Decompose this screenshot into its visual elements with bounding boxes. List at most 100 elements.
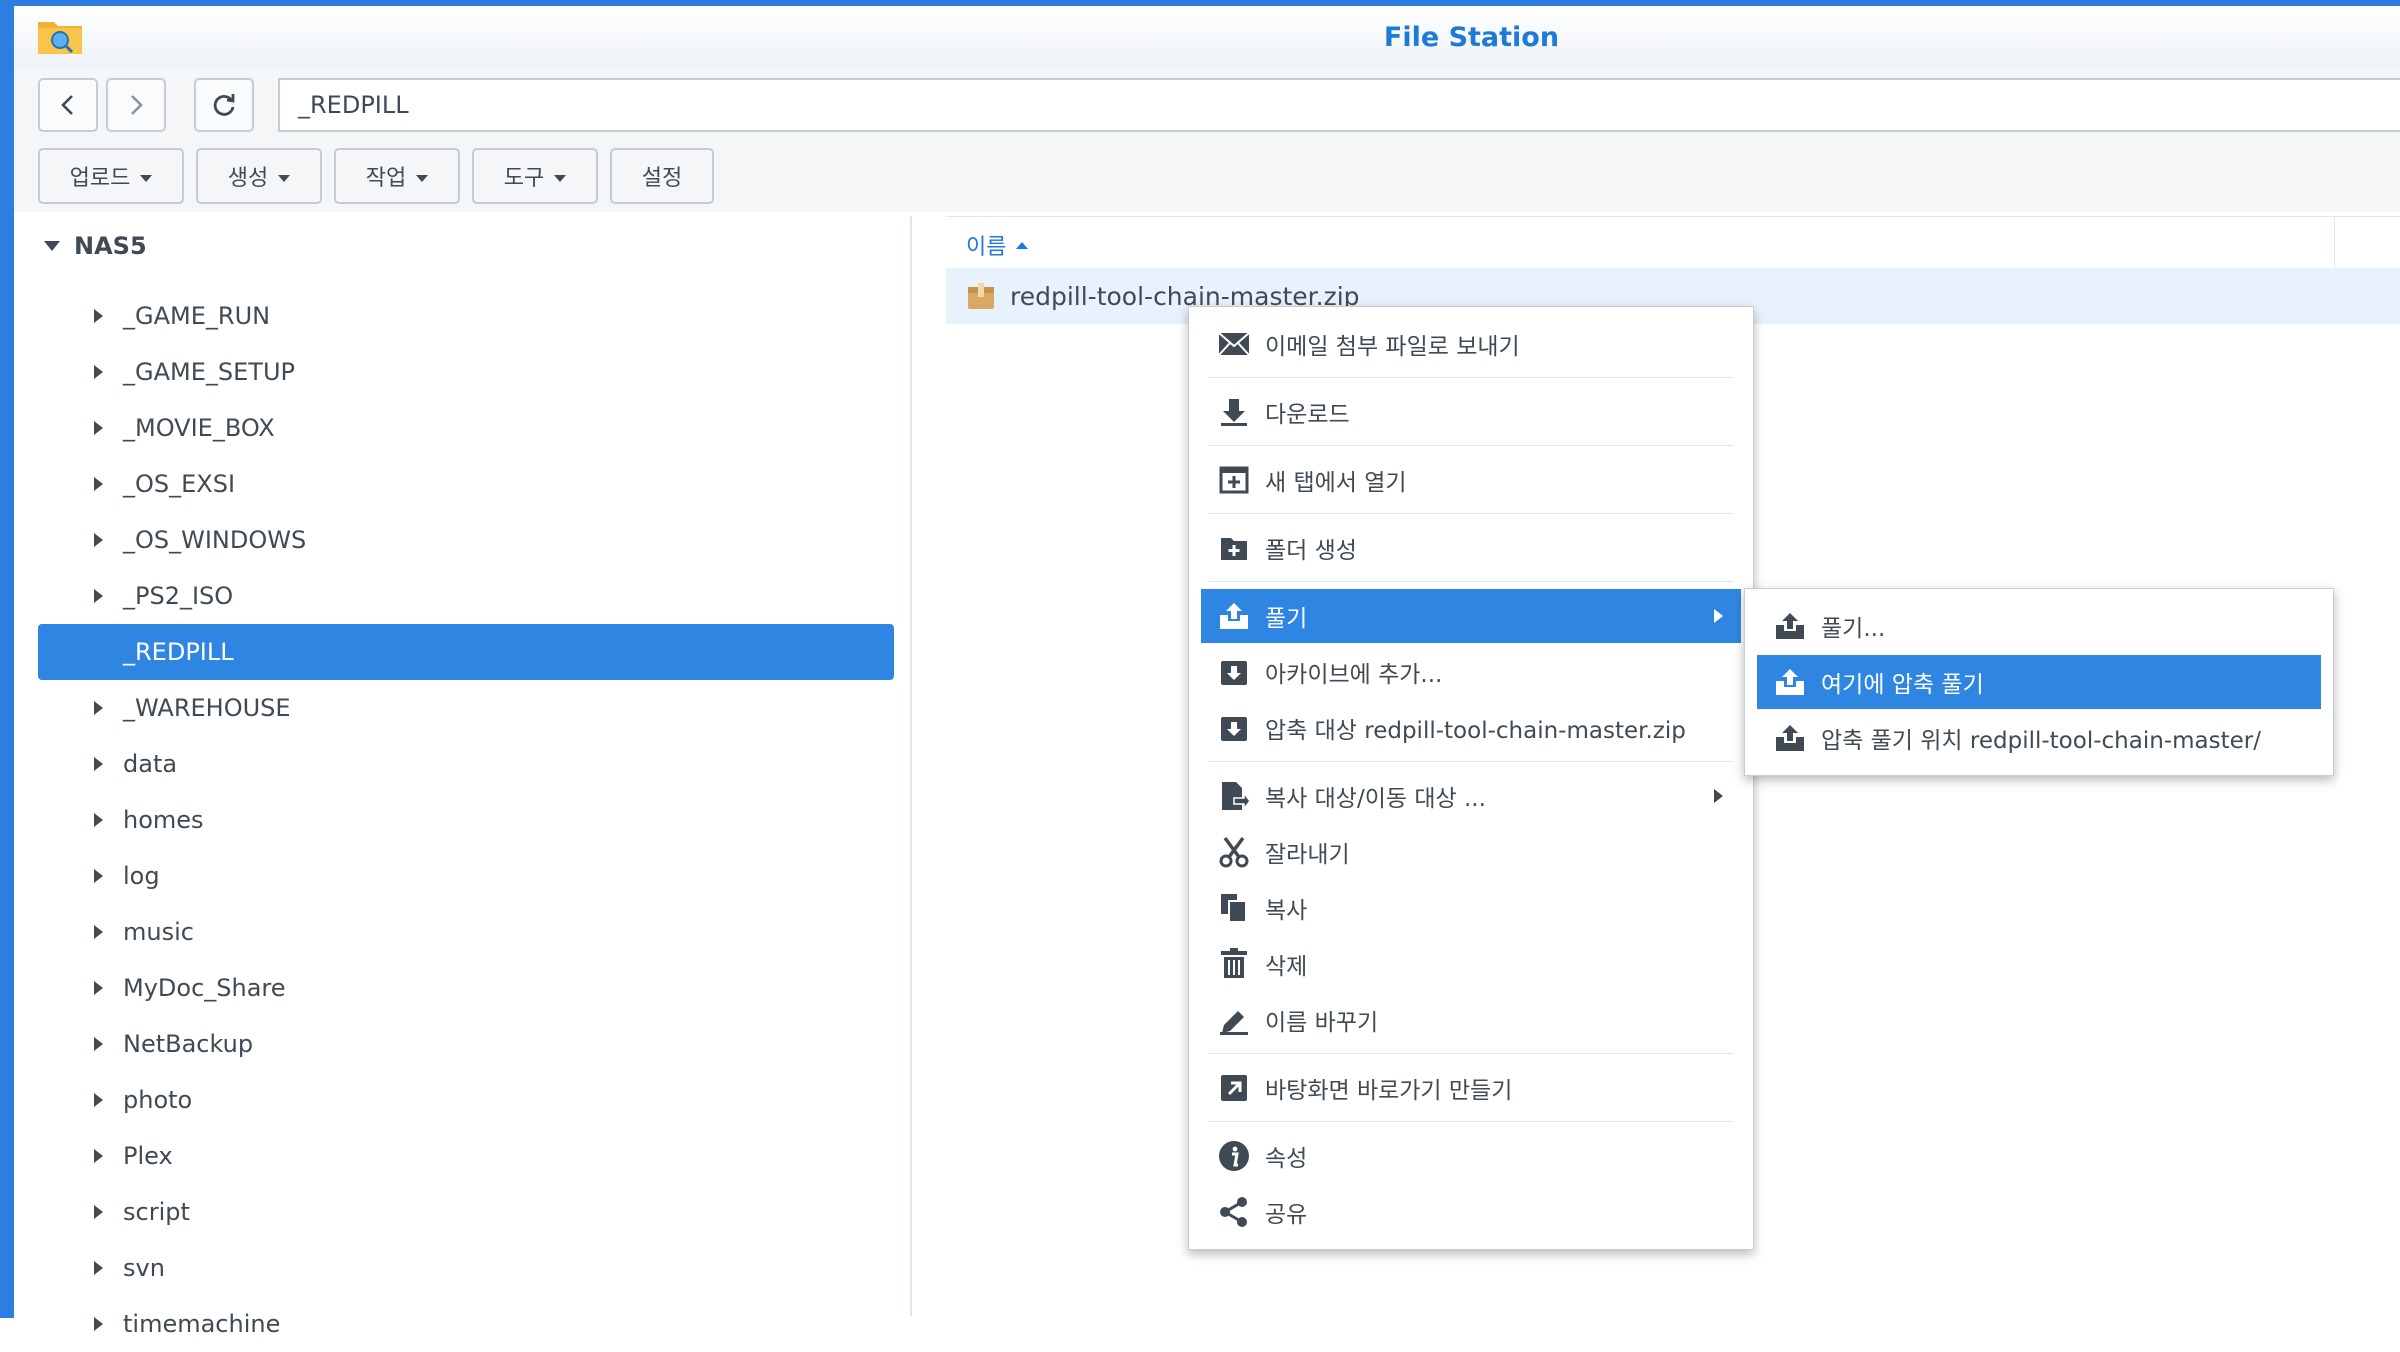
expand-right-icon[interactable] — [94, 1261, 103, 1275]
menu-separator — [1209, 1053, 1733, 1054]
expand-right-icon[interactable] — [94, 869, 103, 883]
path-input[interactable]: _REDPILL — [278, 78, 2400, 132]
menu-item-add-archive[interactable]: 아카이브에 추가... — [1201, 645, 1741, 699]
menu-item-share[interactable]: 공유 — [1201, 1185, 1741, 1239]
tree-root-nas5[interactable]: NAS5 — [44, 232, 147, 260]
pencil-icon — [1217, 1003, 1251, 1037]
expand-right-icon[interactable] — [94, 1205, 103, 1219]
create-button[interactable]: 생성 — [196, 148, 322, 204]
name-column-header[interactable]: 이름 — [966, 229, 1029, 261]
action-button[interactable]: 작업 — [334, 148, 460, 204]
menu-item-copy-move[interactable]: 복사 대상/이동 대상 ... — [1201, 769, 1741, 823]
menu-item-open-new-tab[interactable]: 새 탭에서 열기 — [1201, 453, 1741, 507]
tree-item[interactable]: svn — [38, 1240, 894, 1296]
expand-right-icon[interactable] — [94, 533, 103, 547]
tree-item-label: _WAREHOUSE — [123, 694, 291, 722]
menu-label: 바탕화면 바로가기 만들기 — [1265, 1078, 1513, 1104]
menu-label: 복사 대상/이동 대상 ... — [1265, 786, 1486, 812]
upload-button[interactable]: 업로드 — [38, 148, 184, 204]
tree-item[interactable]: NetBackup — [38, 1016, 894, 1072]
extract-icon — [1217, 599, 1251, 633]
refresh-icon — [213, 94, 235, 116]
tree-item[interactable]: music — [38, 904, 894, 960]
tree-item[interactable]: script — [38, 1184, 894, 1240]
list-column-header: 이름 — [946, 216, 2400, 270]
expand-right-icon[interactable] — [94, 701, 103, 715]
tree-item[interactable]: data — [38, 736, 894, 792]
expand-right-icon[interactable] — [94, 813, 103, 827]
tools-label: 도구 — [503, 166, 545, 191]
menu-item-desktop-shortcut[interactable]: 바탕화면 바로가기 만들기 — [1201, 1061, 1741, 1115]
menu-separator — [1209, 513, 1733, 514]
expand-right-icon[interactable] — [94, 309, 103, 323]
expand-right-icon[interactable] — [94, 365, 103, 379]
back-button[interactable] — [38, 78, 98, 132]
archive-add-icon — [1217, 655, 1251, 689]
submenu-arrow-icon — [1714, 789, 1723, 803]
tree-item-label: _PS2_ISO — [123, 582, 234, 610]
expand-right-icon[interactable] — [94, 925, 103, 939]
pane-splitter[interactable] — [910, 216, 912, 1316]
tree-item[interactable]: Plex — [38, 1128, 894, 1184]
folder-tree: NAS5 _GAME_RUN _GAME_SETUP _MOVIE_BOX _OS_E… — [14, 212, 914, 1338]
forward-button[interactable] — [106, 78, 166, 132]
extract-submenu: 풀기... 여기에 압축 풀기 압축 풀기 위치 redpill-tool-ch… — [1744, 588, 2334, 776]
caret-down-icon — [416, 174, 429, 182]
title-bar[interactable]: File Station — [14, 6, 2400, 68]
menu-item-rename[interactable]: 이름 바꾸기 — [1201, 993, 1741, 1047]
refresh-button[interactable] — [194, 78, 254, 132]
tree-item[interactable]: _PS2_ISO — [38, 568, 894, 624]
menu-item-extract[interactable]: 풀기 — [1201, 589, 1741, 643]
tree-item[interactable]: photo — [38, 1072, 894, 1128]
submenu-item-extract-dialog[interactable]: 풀기... — [1757, 599, 2321, 653]
menu-label: 다운로드 — [1265, 402, 1350, 428]
menu-separator — [1209, 377, 1733, 378]
expand-right-icon[interactable] — [94, 1149, 103, 1163]
tree-item[interactable]: timemachine — [38, 1296, 894, 1352]
tree-item-label: _GAME_SETUP — [123, 358, 295, 386]
settings-button[interactable]: 설정 — [610, 148, 714, 204]
menu-item-copy[interactable]: 복사 — [1201, 881, 1741, 935]
zip-archive-icon — [968, 283, 994, 309]
expand-right-icon[interactable] — [94, 757, 103, 771]
menu-item-delete[interactable]: 삭제 — [1201, 937, 1741, 991]
menu-label: 폴더 생성 — [1265, 538, 1357, 564]
expand-right-icon[interactable] — [94, 421, 103, 435]
menu-item-create-folder[interactable]: 폴더 생성 — [1201, 521, 1741, 575]
tree-item[interactable]: _OS_EXSI — [38, 456, 894, 512]
menu-item-cut[interactable]: 잘라내기 — [1201, 825, 1741, 879]
tree-item[interactable]: log — [38, 848, 894, 904]
column-separator[interactable] — [2334, 217, 2335, 269]
tree-item-label: music — [123, 918, 194, 946]
menu-item-properties[interactable]: 속성 — [1201, 1129, 1741, 1183]
caret-down-icon — [554, 174, 567, 182]
menu-item-email[interactable]: 이메일 첨부 파일로 보내기 — [1201, 317, 1741, 371]
tree-item-label: Plex — [123, 1142, 173, 1170]
expand-right-icon[interactable] — [94, 981, 103, 995]
menu-label: 풀기 — [1265, 606, 1308, 632]
expand-down-icon[interactable] — [44, 241, 60, 251]
tree-item-label: NetBackup — [123, 1030, 254, 1058]
menu-item-download[interactable]: 다운로드 — [1201, 385, 1741, 439]
expand-right-icon[interactable] — [94, 1317, 103, 1331]
tree-item[interactable]: _GAME_RUN — [38, 288, 894, 344]
submenu-arrow-icon — [1714, 609, 1723, 623]
tree-item[interactable]: MyDoc_Share — [38, 960, 894, 1016]
tools-button[interactable]: 도구 — [472, 148, 598, 204]
expand-right-icon[interactable] — [94, 1037, 103, 1051]
tree-item[interactable]: homes — [38, 792, 894, 848]
tree-item[interactable]: _OS_WINDOWS — [38, 512, 894, 568]
action-label: 작업 — [365, 166, 407, 191]
copy-move-icon — [1217, 779, 1251, 813]
menu-item-compress-to[interactable]: 압축 대상 redpill-tool-chain-master.zip — [1201, 701, 1741, 755]
tree-item[interactable]: _GAME_SETUP — [38, 344, 894, 400]
tree-item[interactable]: _WAREHOUSE — [38, 680, 894, 736]
tree-item[interactable]: _REDPILL — [38, 624, 894, 680]
expand-right-icon[interactable] — [94, 477, 103, 491]
menu-separator — [1209, 761, 1733, 762]
expand-right-icon[interactable] — [94, 1093, 103, 1107]
submenu-item-extract-to[interactable]: 압축 풀기 위치 redpill-tool-chain-master/ — [1757, 711, 2321, 765]
tree-item[interactable]: _MOVIE_BOX — [38, 400, 894, 456]
submenu-item-extract-here[interactable]: 여기에 압축 풀기 — [1757, 655, 2321, 709]
expand-right-icon[interactable] — [94, 589, 103, 603]
